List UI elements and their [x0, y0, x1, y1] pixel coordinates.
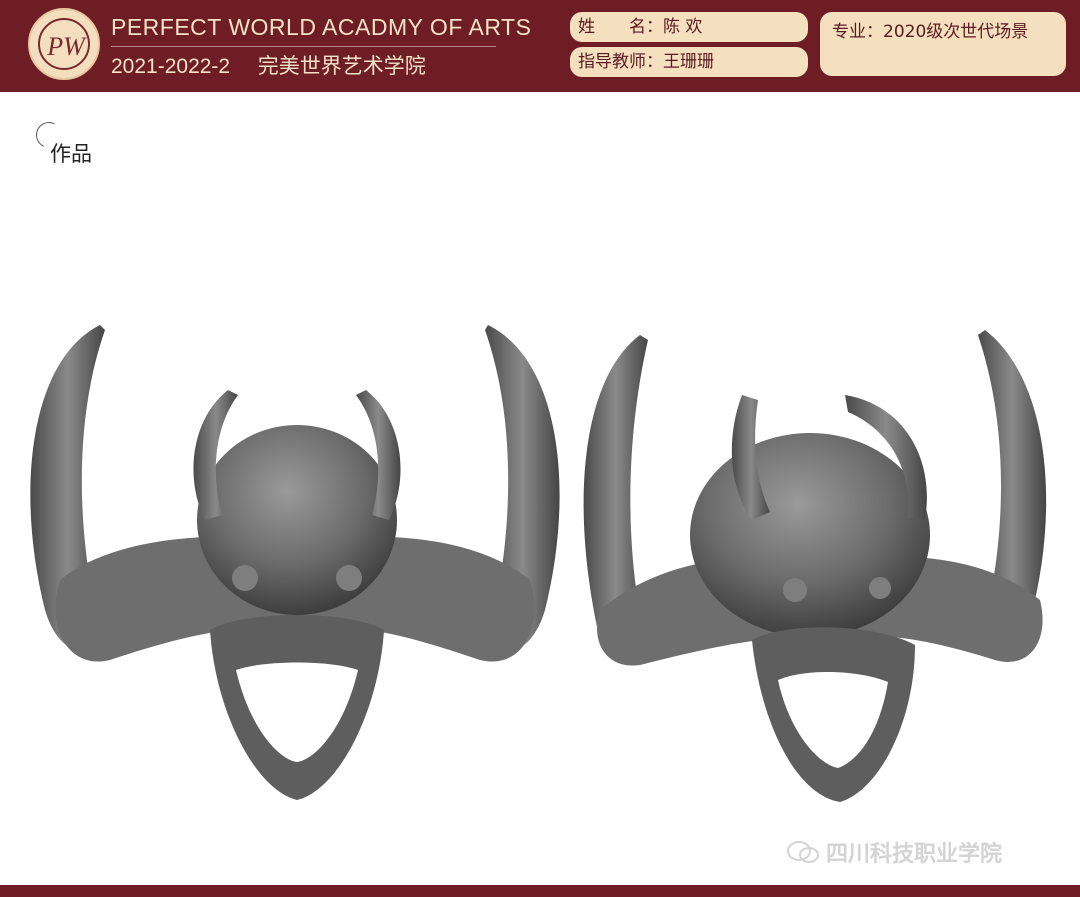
title-divider	[111, 46, 496, 47]
artwork-render-area	[0, 190, 1080, 870]
front-right-eye	[336, 565, 362, 591]
major-value: 2020级次世代场景	[883, 22, 1029, 42]
svg-text:PW: PW	[46, 32, 87, 61]
front-cranium	[197, 425, 397, 615]
teacher-pill: 指导教师：王珊珊	[570, 47, 808, 77]
teacher-label: 指导教师：	[578, 52, 663, 72]
front-view-sculpt	[30, 325, 560, 800]
teacher-value: 王珊珊	[663, 52, 714, 72]
school-name-cn: 完美世界艺术学院	[257, 55, 426, 78]
tq-right-eye	[869, 577, 891, 599]
watermark-text: 四川科技职业学院	[826, 842, 1003, 867]
watermark: 四川科技职业学院	[787, 836, 1003, 868]
academy-title-cn: 2021-2022-2 完美世界艺术学院	[111, 50, 426, 80]
pw-monogram-icon: PW	[46, 32, 87, 61]
term-label: 2021-2022-2	[111, 55, 231, 78]
header-banner: PW PERFECT WORLD ACADMY OF ARTS 2021-202…	[0, 0, 1080, 92]
three-quarter-view-sculpt	[583, 330, 1047, 802]
tq-left-eye	[783, 578, 807, 602]
student-name-pill: 姓 名：陈 欢	[570, 12, 808, 42]
major-pill: 专业：2020级次世代场景	[820, 12, 1066, 76]
section-title: 作品	[50, 142, 92, 166]
tq-cranium	[690, 433, 930, 637]
demon-skull-renders	[30, 325, 1047, 802]
front-left-eye	[232, 565, 258, 591]
wechat-icon	[787, 841, 819, 863]
name-label: 姓 名：	[578, 17, 663, 37]
footer-bar	[0, 885, 1080, 897]
major-label: 专业：	[832, 22, 883, 42]
academy-title-en: PERFECT WORLD ACADMY OF ARTS	[111, 14, 532, 40]
name-value: 陈 欢	[663, 17, 703, 37]
academy-logo: PW	[28, 8, 100, 80]
